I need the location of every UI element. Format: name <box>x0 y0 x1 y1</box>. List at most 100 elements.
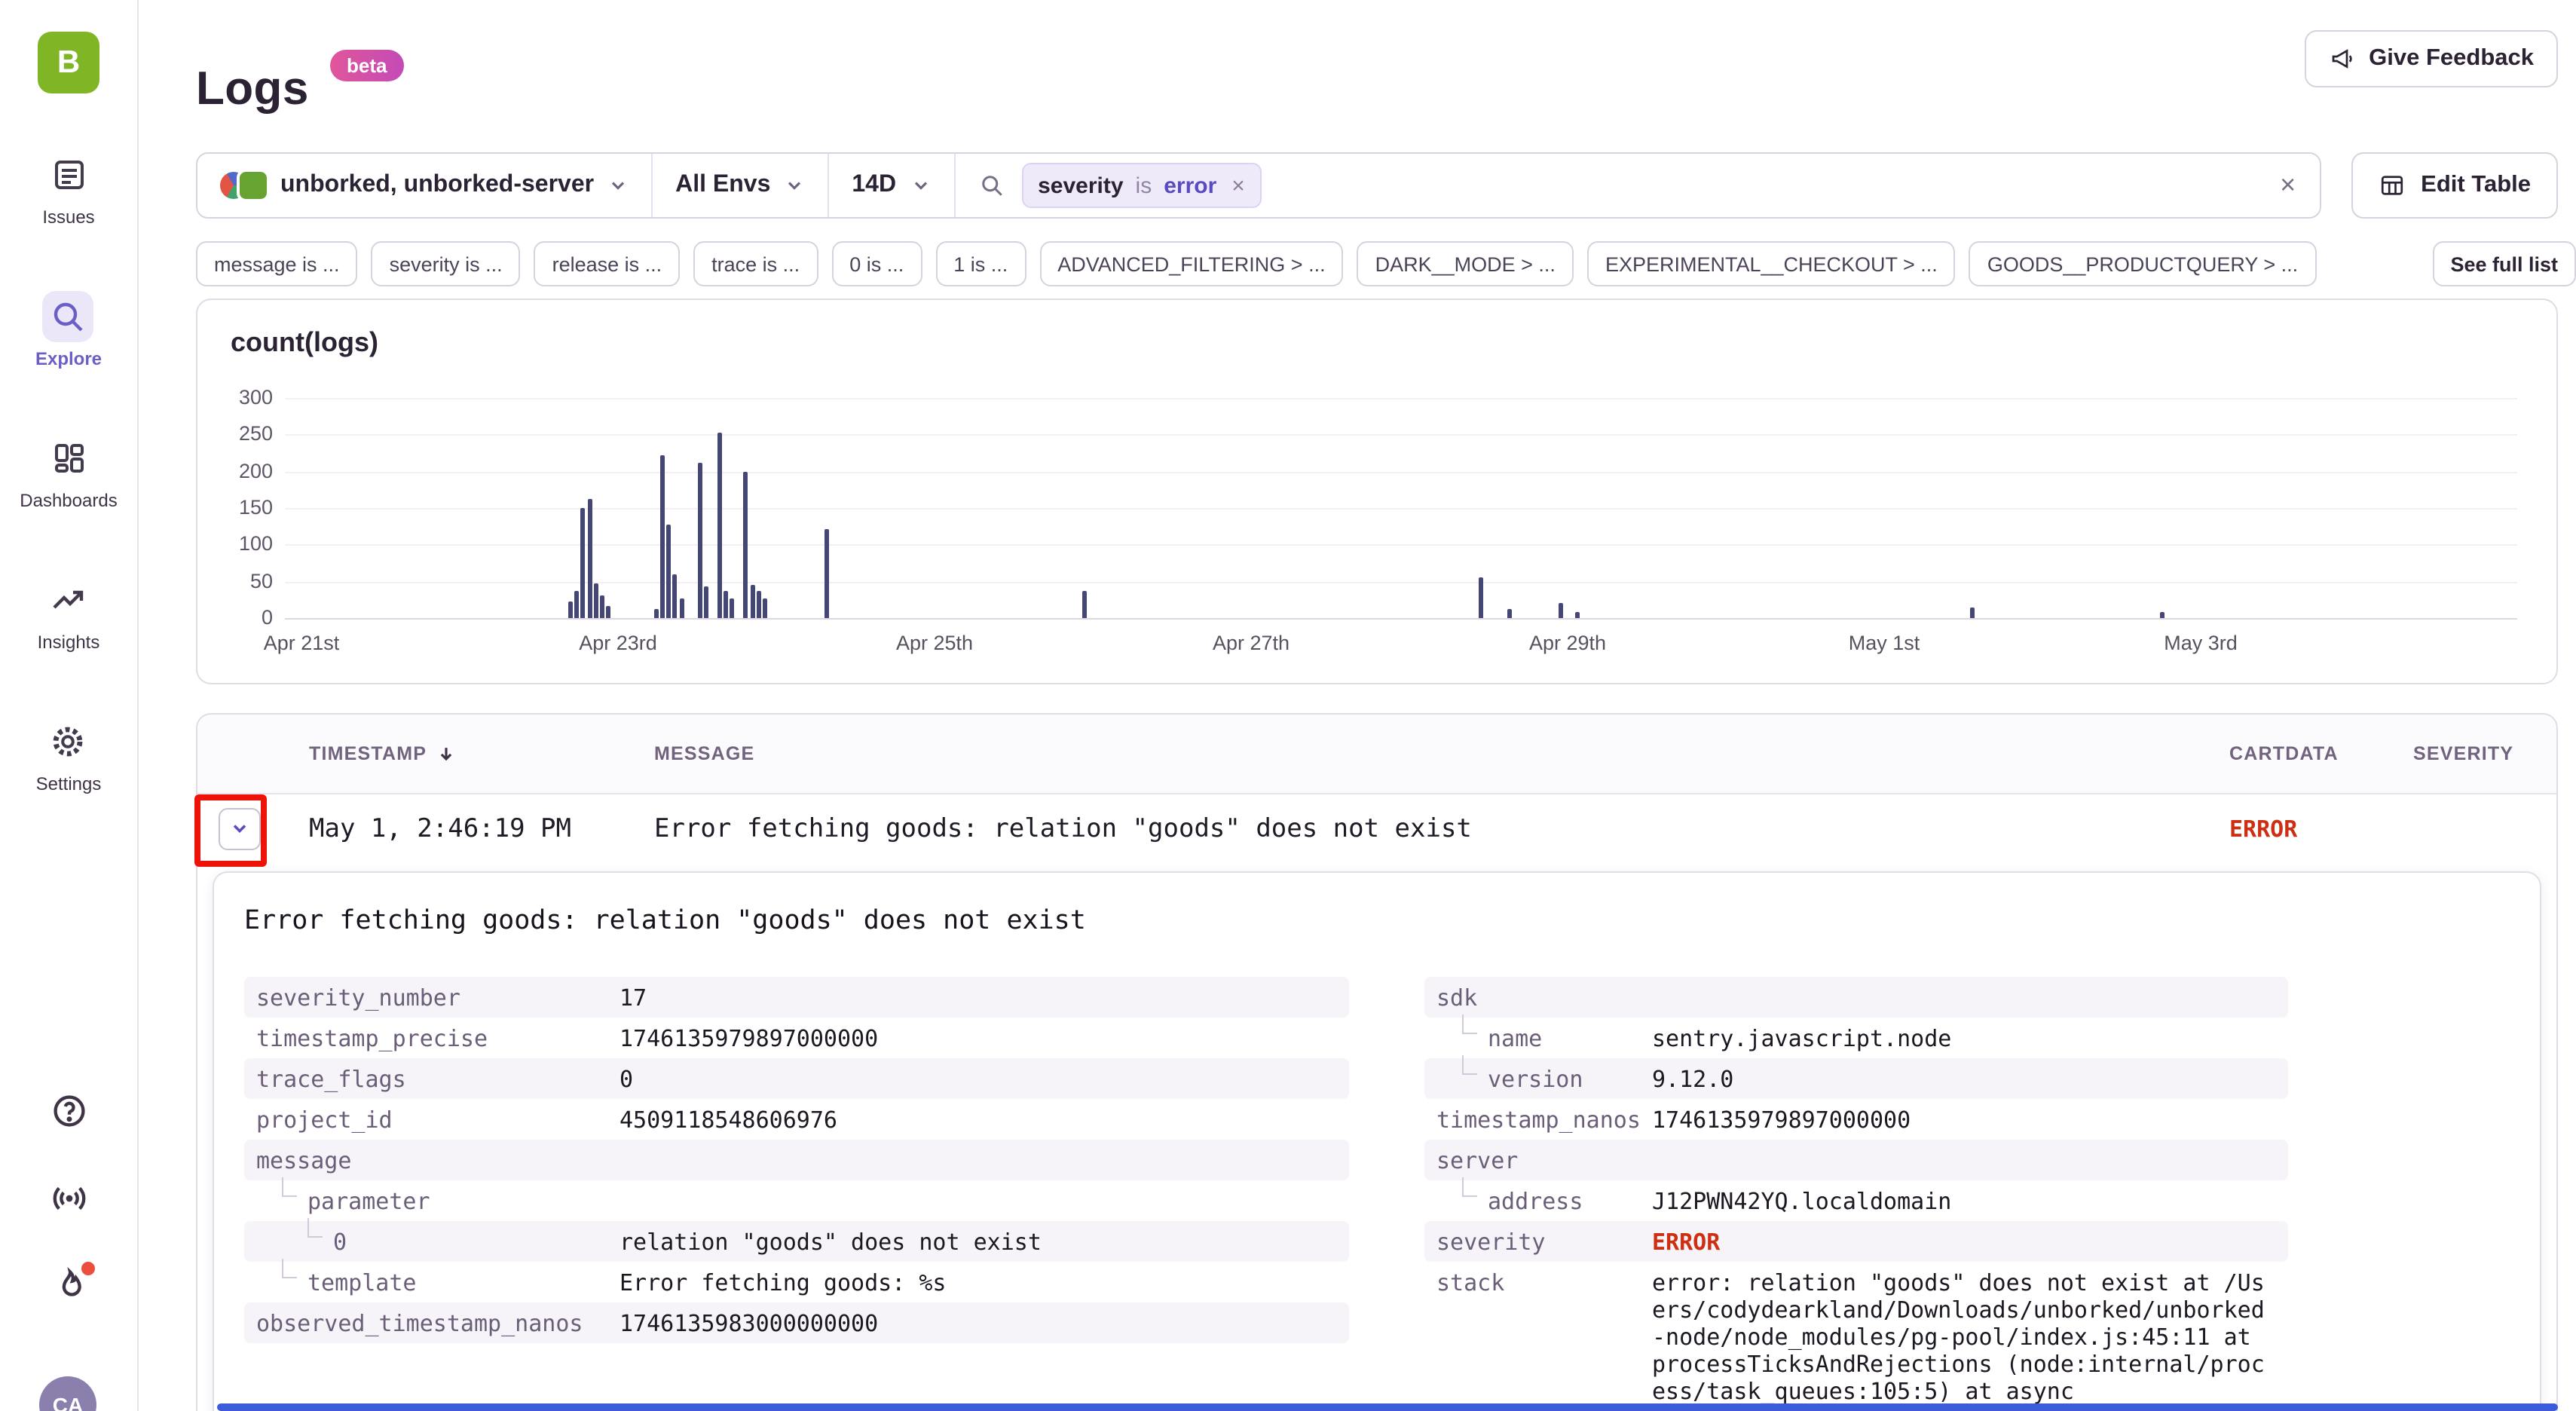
sidebar-item-dashboards[interactable]: Dashboards <box>20 433 117 511</box>
detail-row[interactable]: message <box>244 1140 1349 1180</box>
log-severity: ERROR <box>2229 815 2556 842</box>
detail-row[interactable]: server <box>1424 1140 2288 1180</box>
x-axis-label: May 1st <box>1809 632 1960 654</box>
detail-row[interactable]: templateError fetching goods: %s <box>244 1262 1349 1302</box>
search-token[interactable]: severity is error × <box>1021 163 1262 208</box>
chart-bar <box>1507 609 1511 618</box>
chart-bar <box>742 471 747 618</box>
detail-row[interactable]: 0relation "goods" does not exist <box>244 1221 1349 1262</box>
filter-chip[interactable]: message is ... <box>196 241 358 286</box>
filter-chip[interactable]: EXPERIMENTAL__CHECKOUT > ... <box>1587 241 1956 286</box>
chart-bar <box>757 592 761 618</box>
gridline <box>285 435 2517 436</box>
detail-row[interactable]: timestamp_precise1746135979897000000 <box>244 1018 1349 1058</box>
detail-value: 1746135983000000000 <box>620 1302 1349 1343</box>
y-axis-label: 100 <box>207 533 273 556</box>
search-bar[interactable]: severity is error × × <box>955 154 2320 217</box>
sidebar-item-issues[interactable]: Issues <box>42 149 94 228</box>
table-header: TIMESTAMP MESSAGE CARTDATA SEVERITY <box>197 715 2556 794</box>
x-axis-label: Apr 27th <box>1176 632 1326 654</box>
column-header-timestamp[interactable]: TIMESTAMP <box>285 743 654 764</box>
detail-key: address <box>1424 1180 1652 1221</box>
detail-row[interactable]: project_id4509118548606976 <box>244 1099 1349 1140</box>
log-detail-panel: Error fetching goods: relation "goods" d… <box>213 871 2541 1411</box>
column-header-severity[interactable]: SEVERITY <box>2413 743 2556 764</box>
see-full-list-button[interactable]: See full list <box>2432 241 2576 286</box>
gridline <box>285 618 2517 620</box>
edit-table-label: Edit Table <box>2421 172 2531 199</box>
filter-group: unborked, unborked-server All Envs 14D <box>196 152 2321 219</box>
column-header-message[interactable]: MESSAGE <box>654 743 2229 764</box>
detail-row[interactable]: observed_timestamp_nanos1746135983000000… <box>244 1302 1349 1343</box>
chart-bar <box>717 433 721 618</box>
detail-value <box>620 1180 1349 1194</box>
date-range-selector[interactable]: 14D <box>829 154 955 217</box>
detail-key: name <box>1424 1018 1652 1058</box>
expand-row-button[interactable] <box>219 807 261 849</box>
user-avatar[interactable]: CA <box>39 1376 96 1411</box>
sidebar-item-insights[interactable]: Insights <box>38 574 100 653</box>
tree-connector-icon <box>282 1258 297 1278</box>
give-feedback-button[interactable]: Give Feedback <box>2304 30 2558 87</box>
sidebar: B Issues Explore Dashboards Insights Setting… <box>0 0 139 1411</box>
org-logo[interactable]: B <box>38 32 99 93</box>
filter-chip[interactable]: release is ... <box>534 241 681 286</box>
date-range-label: 14D <box>852 172 896 199</box>
tree-connector-icon <box>1462 1177 1477 1196</box>
detail-row[interactable]: sdk <box>1424 977 2288 1018</box>
filter-chip[interactable]: DARK__MODE > ... <box>1357 241 1574 286</box>
detail-row[interactable]: parameter <box>244 1180 1349 1221</box>
sort-descending-icon <box>436 743 457 764</box>
chart-bar <box>705 586 709 618</box>
filter-chip[interactable]: severity is ... <box>372 241 521 286</box>
detail-row[interactable]: version9.12.0 <box>1424 1058 2288 1099</box>
chart-bar <box>660 455 665 618</box>
x-axis-label: Apr 21st <box>226 632 377 654</box>
detail-kv-right: sdknamesentry.javascript.nodeversion9.12… <box>1424 977 2288 1411</box>
whats-new-icon[interactable] <box>49 1266 88 1305</box>
help-icon[interactable] <box>49 1091 88 1131</box>
clear-search-icon[interactable]: × <box>2280 170 2296 201</box>
detail-row[interactable]: addressJ12PWN42YQ.localdomain <box>1424 1180 2288 1221</box>
detail-row[interactable]: namesentry.javascript.node <box>1424 1018 2288 1058</box>
chart-bar <box>587 499 592 618</box>
app: B Issues Explore Dashboards Insights Setting… <box>0 0 2576 1411</box>
logs-table: TIMESTAMP MESSAGE CARTDATA SEVERITY May … <box>196 713 2558 1411</box>
chart-bar <box>653 609 658 618</box>
detail-row[interactable]: stackerror: relation "goods" does not ex… <box>1424 1262 2288 1411</box>
detail-row[interactable]: severityERROR <box>1424 1221 2288 1262</box>
sidebar-item-label: Dashboards <box>20 490 117 511</box>
issues-icon <box>43 149 94 200</box>
filter-chip[interactable]: GOODS__PRODUCTQUERY > ... <box>1969 241 2316 286</box>
project-selector[interactable]: unborked, unborked-server <box>197 154 653 217</box>
chart-bar <box>730 599 734 618</box>
broadcast-icon[interactable] <box>49 1179 88 1218</box>
page-title: Logs <box>196 62 309 116</box>
chart-bar <box>574 590 579 618</box>
detail-row[interactable]: timestamp_nanos1746135979897000000 <box>1424 1099 2288 1140</box>
chart-bar <box>581 508 586 618</box>
edit-table-button[interactable]: Edit Table <box>2351 152 2558 219</box>
filter-chip[interactable]: ADVANCED_FILTERING > ... <box>1039 241 1343 286</box>
sidebar-item-label: Issues <box>42 207 94 228</box>
sidebar-item-settings[interactable]: Settings <box>36 716 102 794</box>
gridline <box>285 508 2517 510</box>
detail-row[interactable]: trace_flags0 <box>244 1058 1349 1099</box>
detail-key: server <box>1424 1140 1652 1180</box>
filter-chip[interactable]: trace is ... <box>693 241 818 286</box>
log-row[interactable]: May 1, 2:46:19 PMError fetching goods: r… <box>197 794 2556 862</box>
y-axis-label: 300 <box>207 386 273 409</box>
detail-value: sentry.javascript.node <box>1652 1018 2288 1058</box>
remove-token-icon[interactable]: × <box>1231 173 1245 198</box>
detail-row[interactable]: severity_number17 <box>244 977 1349 1018</box>
filter-chip[interactable]: 0 is ... <box>831 241 922 286</box>
sidebar-item-explore[interactable]: Explore <box>35 291 102 369</box>
y-axis-label: 150 <box>207 496 273 519</box>
detail-value <box>1652 977 2288 990</box>
chart-title: count(logs) <box>231 327 378 359</box>
column-header-cartdata[interactable]: CARTDATA <box>2229 743 2413 764</box>
environment-selector[interactable]: All Envs <box>653 154 829 217</box>
filter-chip[interactable]: 1 is ... <box>935 241 1026 286</box>
gridline <box>285 471 2517 473</box>
table-icon <box>2379 172 2406 199</box>
